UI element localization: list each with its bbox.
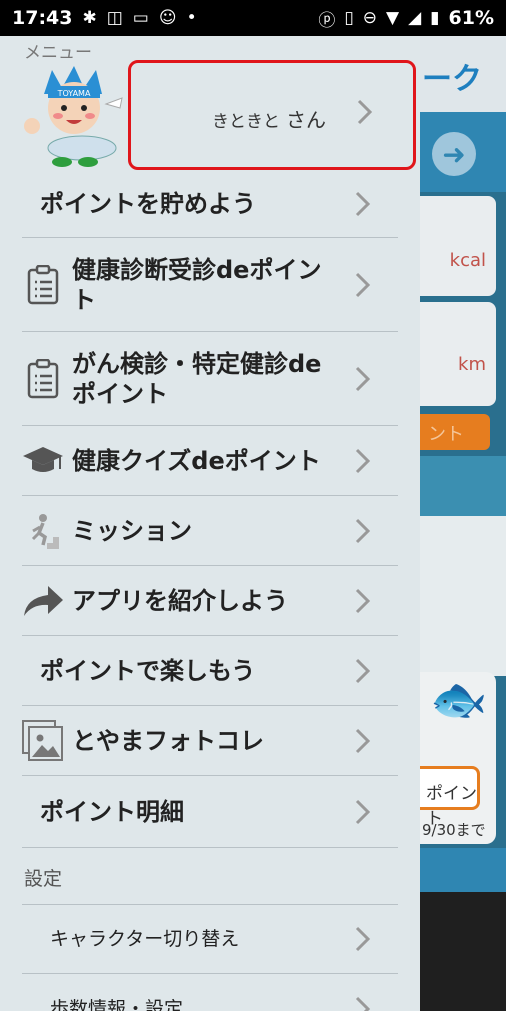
chevron-right-icon (355, 191, 371, 216)
mascot-avatar: TOYAMA (24, 66, 123, 167)
background-orange-button[interactable]: ント (420, 414, 490, 450)
menu-item-mission[interactable]: ミッション (22, 496, 398, 566)
chevron-right-icon (355, 366, 371, 391)
menu-item-health-checkup[interactable]: 健康診断受診deポイン ト (22, 238, 398, 332)
character-notification-icon: ☺ (158, 8, 177, 28)
clipboard-icon (22, 358, 64, 400)
menu-item-label-line1: がん検診・特定健診de (72, 349, 322, 378)
mascot-label: TOYAMA (57, 89, 91, 98)
menu-item-toyama-photo[interactable]: とやまフォトコレ (22, 706, 398, 776)
menu-item-point-history[interactable]: ポイント明細 (22, 776, 398, 848)
navigation-drawer: メニュー TOYAMA きときと さん ポイントを貯めよう 健康診断受診deポイン (0, 36, 420, 1011)
chevron-right-icon (355, 996, 371, 1011)
graduation-cap-icon (22, 440, 64, 482)
menu-item-enjoy-points[interactable]: ポイントで楽しもう (22, 636, 398, 706)
menu-item-label: がん検診・特定健診de ポイント (72, 349, 321, 409)
menu-item-label: ポイント明細 (40, 797, 184, 826)
slack-icon: ✱ (82, 8, 97, 28)
stairs-runner-icon (22, 510, 64, 552)
status-time: 17:43 (12, 7, 73, 29)
wifi-icon: ▼ (386, 8, 400, 28)
menu-item-character-switch[interactable]: キャラクター切り替え (22, 904, 398, 974)
background-blue-band (420, 848, 506, 892)
chevron-right-icon (355, 658, 371, 683)
menu-item-label-line2: ポイント (72, 379, 168, 408)
photo-gallery-icon (22, 719, 64, 762)
background-deadline: 9/30まで (422, 821, 486, 839)
chevron-right-icon (355, 448, 371, 473)
menu-item-label-line2: ト (72, 285, 96, 314)
user-name-suffix: さん (286, 108, 326, 132)
menu-item-label: キャラクター切り替え (50, 928, 240, 950)
chevron-right-icon (355, 518, 371, 543)
vibrate-icon: ▯ (344, 8, 354, 28)
menu-item-label: 歩数情報・設定 (50, 998, 184, 1011)
menu-item-label: 健康診断受診deポイン ト (72, 255, 321, 315)
dnd-icon: ⊖ (362, 8, 377, 28)
background-km-card: km (420, 302, 496, 406)
menu-item-label: ポイントを貯めよう (40, 189, 256, 218)
chevron-right-icon (355, 926, 371, 952)
menu-item-label: とやまフォトコレ (72, 726, 264, 755)
arrow-right-icon[interactable]: ➜ (432, 132, 476, 176)
menu-item-label: 健康クイズdeポイント (72, 446, 321, 475)
nfc-icon: ⓟ (318, 10, 336, 31)
menu-item-label: アプリを紹介しよう (72, 586, 288, 615)
dot-icon: • (186, 8, 197, 28)
menu-item-share-app[interactable]: アプリを紹介しよう (22, 566, 398, 636)
menu-item-label: ミッション (72, 516, 192, 545)
app-notification-icon: ◫ (106, 8, 123, 28)
menu-item-save-points[interactable]: ポイントを貯めよう (22, 170, 398, 238)
menu-header: メニュー (24, 43, 92, 63)
fish-mascot-icon: 🐟 (430, 672, 488, 726)
background-point-button[interactable]: ポイント (420, 766, 480, 829)
chevron-right-icon (355, 272, 371, 297)
menu-item-health-quiz[interactable]: 健康クイズdeポイント (22, 426, 398, 496)
menu-item-label: ポイントで楽しもう (40, 656, 256, 685)
settings-section-header: 設定 (24, 868, 63, 890)
chevron-right-icon (355, 799, 371, 824)
chevron-right-icon (357, 99, 373, 125)
battery-percent: 61% (448, 7, 494, 29)
menu-item-step-settings[interactable]: 歩数情報・設定 (22, 974, 398, 1011)
chevron-right-icon (355, 588, 371, 613)
menu-item-cancer-screening[interactable]: がん検診・特定健診de ポイント (22, 332, 398, 426)
km-unit: km (458, 354, 486, 375)
kcal-unit: kcal (449, 250, 486, 271)
signal-icon: ◢ (408, 8, 422, 28)
status-bar: 17:43 ✱ ◫ ▭ ☺ • ⓟ ▯ ⊖ ▼ ◢ ▮ 61% (0, 0, 506, 36)
share-arrow-icon (22, 580, 64, 622)
background-kcal-card: kcal (420, 196, 496, 296)
user-name-text: きときと (212, 112, 280, 132)
battery-icon: ▮ (430, 8, 440, 28)
chevron-right-icon (355, 728, 371, 753)
background-title: ーク (422, 62, 482, 97)
user-name: きときと さん (212, 104, 326, 133)
menu-item-label-line1: 健康診断受診deポイン (72, 255, 322, 284)
background-app: ーク ➜ kcal km ント 🐟 ポイント 9/30まで (420, 36, 506, 1011)
clipboard-icon (22, 264, 64, 306)
cast-icon: ▭ (132, 8, 149, 28)
background-sea (420, 516, 506, 676)
